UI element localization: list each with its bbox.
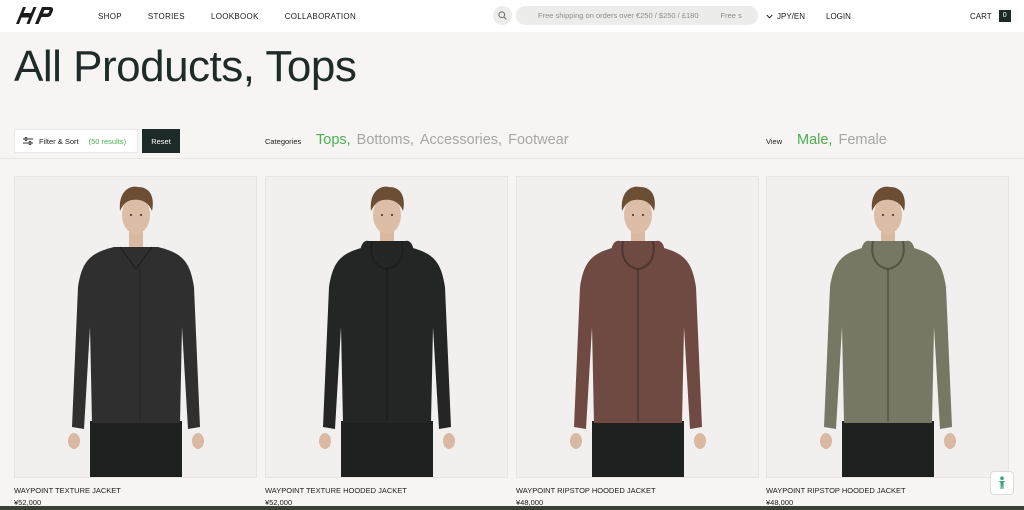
page-title: All Products, Tops (14, 42, 357, 91)
brand-logo[interactable] (14, 5, 54, 25)
product-image[interactable] (14, 176, 257, 478)
product-card[interactable]: WAYPOINT TEXTURE HOODED JACKET ¥52,000 (265, 176, 508, 510)
shipping-text-repeat: Free s (720, 11, 742, 20)
product-name[interactable]: WAYPOINT TEXTURE JACKET (14, 486, 121, 495)
results-count: (50 results) (88, 136, 127, 146)
product-image[interactable] (516, 176, 759, 478)
category-filter: Tops, Bottoms, Accessories, Footwear (316, 132, 575, 148)
categories-label: Categories (265, 137, 302, 146)
accessibility-help-button[interactable] (990, 471, 1014, 495)
main-menu: SHOP STORIES LOOKBOOK COLLABORATION (98, 0, 356, 32)
gender-male[interactable]: Male, (797, 132, 832, 148)
toolbar-divider (0, 158, 1024, 159)
product-name[interactable]: WAYPOINT RIPSTOP HOODED JACKET (766, 486, 906, 495)
product-card[interactable]: WAYPOINT TEXTURE JACKET ¥52,000 (14, 176, 257, 510)
cart-button[interactable]: CART 0 (970, 0, 1011, 32)
reset-button[interactable]: Reset (142, 129, 180, 153)
login-link[interactable]: LOGIN (826, 0, 851, 32)
sliders-icon (23, 137, 33, 145)
product-card[interactable]: WAYPOINT RIPSTOP HOODED JACKET ¥48,000 (516, 176, 759, 510)
category-bottoms[interactable]: Bottoms, (357, 132, 414, 148)
filter-sort-label: Filter & Sort (39, 136, 79, 146)
view-label: View (766, 137, 783, 146)
top-navigation: SHOP STORIES LOOKBOOK COLLABORATION Free… (0, 0, 1024, 32)
page-bottom-edge (0, 506, 1024, 510)
search-button[interactable] (493, 6, 512, 25)
login-label: LOGIN (826, 11, 851, 21)
category-footwear[interactable]: Footwear (508, 132, 568, 148)
product-name[interactable]: WAYPOINT RIPSTOP HOODED JACKET (516, 486, 656, 495)
nav-shop[interactable]: SHOP (98, 12, 122, 21)
filter-sort-button[interactable]: Filter & Sort (50 results) (14, 129, 138, 153)
nav-collaboration[interactable]: COLLABORATION (285, 12, 356, 21)
currency-language-selector[interactable]: JPY/EN (766, 0, 805, 32)
product-image[interactable] (766, 176, 1009, 478)
nav-stories[interactable]: STORIES (148, 12, 185, 21)
shipping-text: Free shipping on orders over €250 / $250… (538, 11, 699, 20)
product-card[interactable]: WAYPOINT RIPSTOP HOODED JACKET ¥48,000 (766, 176, 1009, 510)
chevron-down-icon (766, 14, 773, 19)
currency-language-label: JPY/EN (777, 11, 806, 21)
cart-label: CART (970, 11, 992, 21)
cart-count-badge: 0 (998, 10, 1011, 22)
product-image[interactable] (265, 176, 508, 478)
gender-filter: Male, Female (797, 132, 893, 148)
category-accessories[interactable]: Accessories, (420, 132, 502, 148)
nav-lookbook[interactable]: LOOKBOOK (211, 12, 259, 21)
product-name[interactable]: WAYPOINT TEXTURE HOODED JACKET (265, 486, 407, 495)
shipping-banner: Free shipping on orders over €250 / $250… (516, 6, 758, 25)
accessibility-icon (998, 476, 1006, 489)
category-tops[interactable]: Tops, (316, 132, 351, 148)
gender-female[interactable]: Female (838, 132, 886, 148)
search-icon (498, 11, 507, 20)
